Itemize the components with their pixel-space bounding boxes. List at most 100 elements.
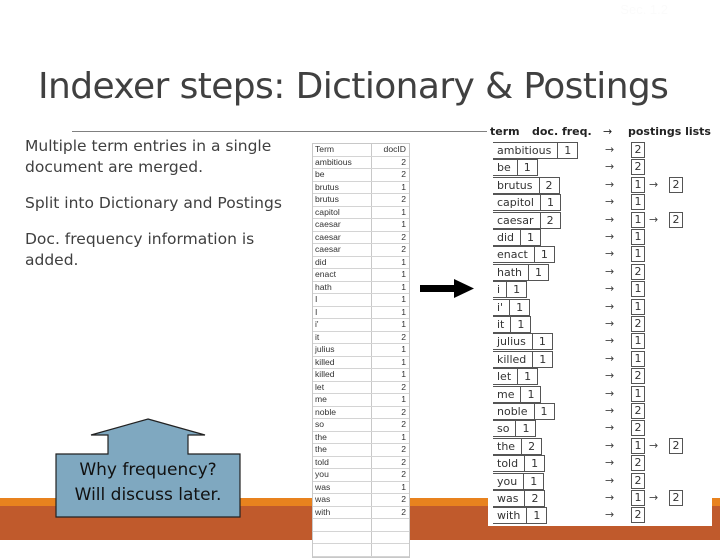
term-cell: i': [313, 319, 372, 331]
term-cell: julius: [313, 344, 372, 356]
table-row: [313, 544, 409, 557]
dictionary-entry: ambitious 1 → 2: [493, 142, 713, 159]
term-freq-box: let 1: [493, 368, 539, 386]
table-header-row: Term docID: [313, 144, 409, 157]
dictionary-entry: me 1 → 1: [493, 385, 713, 403]
bullet-item: Multiple term entries in a single docume…: [25, 137, 272, 176]
term-freq-box: told 1: [493, 455, 546, 473]
posting-docid: 1: [631, 333, 645, 350]
posting-docid: 2: [669, 176, 683, 193]
docid-cell: 1: [401, 219, 406, 229]
docid-cell: [372, 532, 409, 544]
pointer-arrow-icon: →: [605, 369, 615, 383]
docid-cell: 1: [401, 281, 406, 292]
next-posting-arrow-icon: →: [649, 177, 659, 191]
table-row: the 2: [313, 444, 409, 457]
callout-line: Will discuss later.: [74, 485, 222, 505]
table-row: with 2: [313, 506, 409, 519]
term-freq-box: enact 1: [493, 246, 555, 264]
term-cell: hath: [313, 281, 372, 293]
bullet-item: Split into Dictionary and Postings: [25, 194, 282, 212]
term-cell: was: [313, 481, 372, 493]
table-row: killed 1: [313, 356, 409, 369]
docid-cell: 2: [401, 419, 406, 429]
docid-cell: 1: [401, 369, 406, 379]
table-row: it 2: [313, 331, 409, 344]
table-row: julius 1: [313, 344, 409, 357]
table-row: was 1: [313, 481, 409, 494]
dictionary-entry: so 1 → 2: [493, 420, 713, 438]
term-cell: caesar: [313, 231, 372, 243]
dictionary-entry: caesar 2 → 1 → 2: [493, 211, 713, 229]
pointer-arrow-icon: →: [605, 143, 615, 156]
dictionary-term: enact: [493, 247, 535, 263]
doc-frequency: 1: [527, 231, 535, 244]
doc-frequency: 1: [516, 300, 524, 314]
pointer-arrow-icon: →: [605, 212, 615, 226]
dictionary-term: noble: [493, 404, 535, 419]
docid-cell: 2: [401, 194, 406, 204]
dictionary-postings-figure: term doc. freq. → postings lists ambitio…: [488, 124, 712, 526]
term-freq-box: with 1: [493, 507, 548, 525]
posting-docid: 1: [631, 350, 645, 367]
doc-frequency: 1: [538, 335, 546, 349]
dictionary-term: i': [493, 299, 511, 315]
term-cell: [313, 544, 372, 556]
dictionary-entry: julius 1 → 1: [493, 333, 713, 351]
table-row: did 1: [313, 256, 409, 269]
doc-frequency: 1: [533, 509, 541, 523]
table-row: told 2: [313, 456, 409, 469]
doc-frequency: 1: [531, 457, 539, 471]
dictionary-term: with: [493, 508, 528, 524]
term-freq-box: me 1: [493, 385, 542, 403]
dictionary-term: was: [493, 491, 526, 506]
dictionary-term: i: [493, 282, 508, 298]
dictionary-entry: killed 1 → 1: [493, 350, 713, 368]
docid-cell: 2: [401, 494, 406, 504]
pointer-arrow-icon: →: [605, 230, 615, 243]
term-freq-box: i1: [493, 281, 528, 299]
dictionary-term: the: [493, 438, 523, 454]
term-cell: be: [313, 169, 372, 181]
header-arrow: →: [603, 125, 613, 138]
doc-frequency: 1: [524, 370, 532, 384]
table-row: hath 1: [313, 281, 409, 294]
pointer-arrow-icon: →: [605, 160, 615, 174]
table-row: enact 1: [313, 269, 409, 282]
doc-frequency: 1: [540, 248, 548, 262]
pointer-arrow-icon: →: [605, 317, 615, 330]
docid-cell: 1: [401, 344, 406, 354]
dictionary-term: told: [493, 456, 526, 472]
table-row: brutus 2: [313, 194, 409, 207]
doc-frequency: 1: [530, 474, 538, 488]
table-row: ambitious 2: [313, 156, 409, 169]
pointer-arrow-icon: →: [605, 386, 615, 400]
dictionary-term: me: [493, 386, 522, 402]
table-row: I1: [313, 306, 409, 319]
header-doc-freq: doc. freq.: [532, 125, 592, 138]
doc-frequency: 2: [528, 439, 536, 453]
term-cell: killed: [313, 356, 372, 368]
term-freq-box: julius 1: [493, 333, 553, 351]
table-row: be 2: [313, 169, 409, 182]
docid-cell: 2: [401, 169, 406, 179]
term-cell: it: [313, 331, 372, 343]
docid-cell: [372, 519, 409, 531]
posting-docid: 1: [631, 385, 645, 402]
dictionary-term: ambitious: [493, 143, 559, 158]
pointer-arrow-icon: →: [605, 351, 615, 365]
doc-frequency: 2: [545, 178, 553, 192]
table-row: i' 1: [313, 319, 409, 332]
docid-cell: 2: [401, 244, 406, 254]
callout-box: Why frequency? Will discuss later.: [55, 418, 241, 518]
pointer-arrow-icon: →: [605, 508, 615, 522]
term-cell: caesar: [313, 219, 372, 231]
dictionary-term: capitol: [493, 195, 541, 211]
term-freq-box: was 2: [493, 490, 546, 507]
table-row: caesar 2: [313, 244, 409, 257]
term-cell: was: [313, 494, 372, 506]
term-freq-box: ambitious 1: [493, 142, 579, 159]
dictionary-entry: with 1 → 2: [493, 507, 713, 525]
term-cell: I: [313, 306, 372, 318]
doc-frequency: 1: [513, 283, 521, 297]
